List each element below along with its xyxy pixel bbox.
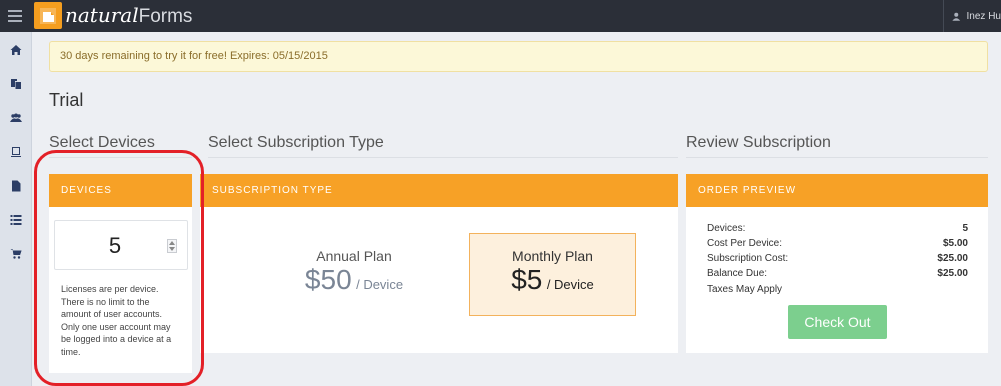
home-icon[interactable]	[9, 43, 23, 57]
user-menu[interactable]: Inez Hu	[943, 0, 1001, 32]
order-value: $25.00	[937, 268, 968, 279]
order-row: Devices: 5	[707, 223, 968, 234]
plan-price-line: $5 / Device	[470, 264, 635, 296]
sidebar	[0, 32, 32, 386]
order-row: Subscription Cost: $25.00	[707, 253, 968, 264]
top-bar: naturalForms Inez Hu	[0, 0, 1001, 32]
order-row: Cost Per Device: $5.00	[707, 238, 968, 249]
checkout-button[interactable]: Check Out	[788, 305, 887, 339]
copy-forms-icon[interactable]	[9, 77, 23, 91]
order-value: 5	[962, 223, 968, 234]
order-label: Devices:	[707, 223, 746, 234]
menu-icon[interactable]	[8, 10, 22, 22]
order-row: Taxes May Apply	[707, 284, 968, 295]
annual-plan-option[interactable]: Annual Plan $50 / Device	[254, 248, 454, 296]
logo-text: naturalForms	[65, 3, 193, 27]
plan-unit: / Device	[356, 277, 404, 292]
order-panel-header: ORDER PREVIEW	[686, 174, 988, 207]
highlight-circle	[34, 150, 204, 386]
plan-price-line: $50 / Device	[254, 264, 454, 296]
order-value: $5.00	[942, 238, 968, 249]
plan-unit: / Device	[546, 277, 594, 292]
plan-name: Annual Plan	[316, 248, 392, 264]
plan-price: $5	[511, 264, 543, 295]
subscription-panel-header: SUBSCRIPTION TYPE	[200, 174, 678, 207]
section-divider	[208, 157, 678, 158]
order-row: Balance Due: $25.00	[707, 268, 968, 279]
device-icon[interactable]	[9, 145, 23, 159]
order-label: Balance Due:	[707, 268, 768, 279]
order-value: $25.00	[937, 253, 968, 264]
monthly-plan-option[interactable]: Monthly Plan $5 / Device	[469, 233, 636, 316]
page-title: Trial	[49, 90, 84, 110]
order-label: Cost Per Device:	[707, 238, 783, 249]
plan-name: Monthly Plan	[512, 248, 593, 264]
user-name: Inez Hu	[966, 10, 1001, 22]
section-title-review: Review Subscription	[686, 134, 831, 151]
logo-badge-icon	[34, 2, 62, 29]
trial-banner: 30 days remaining to try it for free! Ex…	[49, 41, 988, 72]
users-icon[interactable]	[9, 111, 23, 125]
user-icon	[952, 12, 961, 21]
cart-icon[interactable]	[9, 247, 23, 261]
plan-price: $50	[304, 264, 352, 295]
order-label: Subscription Cost:	[707, 253, 789, 264]
app-logo[interactable]: naturalForms	[34, 2, 192, 29]
list-icon[interactable]	[9, 213, 23, 227]
section-divider	[686, 157, 988, 158]
taxes-note: Taxes May Apply	[707, 284, 783, 295]
section-title-subscription: Select Subscription Type	[208, 134, 384, 151]
document-icon[interactable]	[9, 179, 23, 193]
